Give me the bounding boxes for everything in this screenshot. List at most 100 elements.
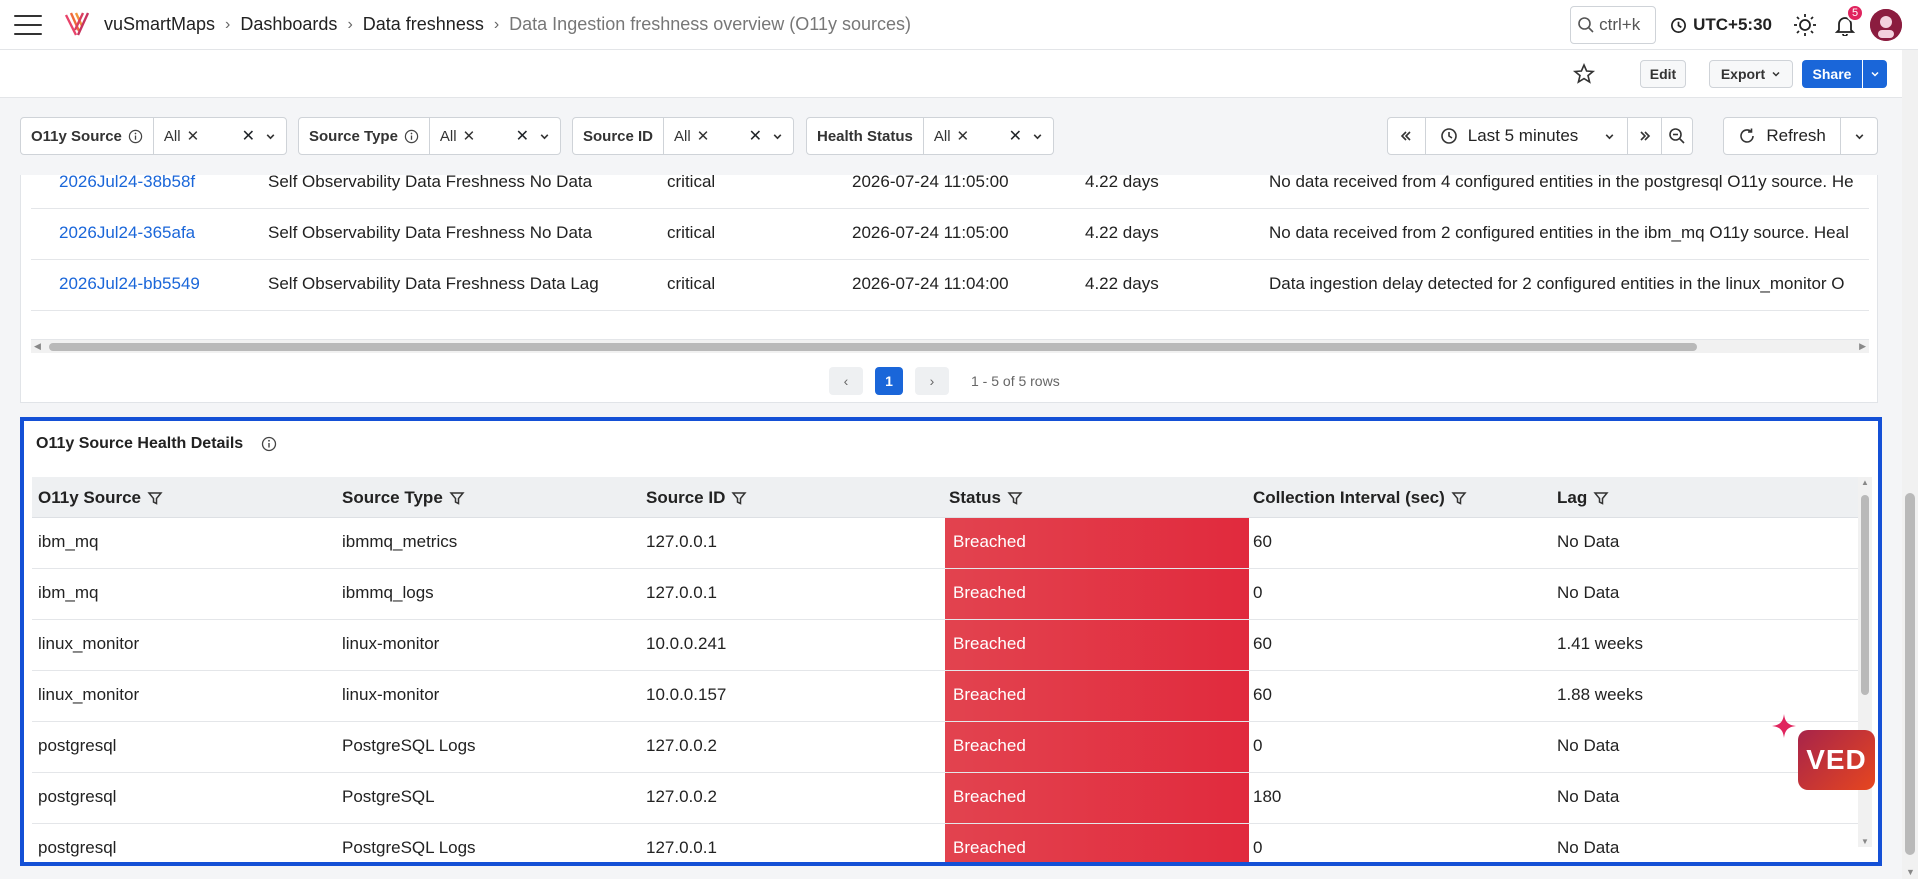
global-search-button[interactable]: ctrl+k (1570, 6, 1657, 44)
breadcrumb-home[interactable]: vuSmartMaps (104, 14, 215, 35)
filter-source-type[interactable]: Source Type All ✕ ✕ (298, 117, 561, 155)
timezone-selector[interactable]: UTC+5:30 (1670, 15, 1772, 35)
page-scrollbar[interactable]: ▼ (1902, 50, 1918, 879)
theme-toggle-button[interactable] (1790, 10, 1820, 40)
chevron-down-icon[interactable] (772, 131, 783, 142)
scroll-down-arrow-icon[interactable]: ▼ (1861, 837, 1869, 846)
filter-icon[interactable] (449, 490, 465, 506)
previous-page-button[interactable]: ‹ (829, 367, 863, 395)
chevron-down-icon[interactable] (265, 131, 276, 142)
remove-chip-icon[interactable]: ✕ (187, 127, 200, 145)
breadcrumb-dashboards[interactable]: Dashboards (240, 14, 337, 35)
table-row[interactable]: ibm_mq ibmmq_metrics 127.0.0.1 Breached 60 No… (32, 518, 1862, 569)
vusmartmaps-logo[interactable] (64, 11, 90, 39)
scroll-down-arrow-icon[interactable]: ▼ (1906, 867, 1915, 877)
filter-label-text: Health Status (817, 127, 913, 145)
table-row[interactable]: postgresql PostgreSQL Logs 127.0.0.1 Breach… (32, 824, 1862, 862)
time-range-picker: Last 5 minutes (1387, 117, 1693, 155)
pagination-summary: 1 - 5 of 5 rows (971, 373, 1060, 389)
clear-filter-icon[interactable]: ✕ (749, 126, 762, 146)
time-range-selector[interactable]: Last 5 minutes (1426, 118, 1629, 154)
breadcrumb-data-freshness[interactable]: Data freshness (363, 14, 484, 35)
table-row[interactable]: postgresql PostgreSQL Logs 127.0.0.2 Breach… (32, 722, 1862, 773)
cell-collection-interval: 60 (1253, 532, 1272, 551)
chevron-down-icon[interactable] (539, 131, 550, 142)
alert-id-link[interactable]: 2026Jul24-38b58f (59, 172, 195, 192)
filter-icon[interactable] (1593, 490, 1609, 506)
clear-filter-icon[interactable]: ✕ (516, 126, 529, 146)
panel-title: O11y Source Health Details (36, 435, 244, 452)
vertical-scrollbar[interactable]: ▲ ▼ (1858, 477, 1872, 847)
column-header-o11y-source[interactable]: O11y Source (38, 488, 163, 508)
share-dropdown-button[interactable] (1863, 60, 1887, 88)
scrollbar-thumb[interactable] (1861, 495, 1869, 695)
time-shift-forward-button[interactable] (1628, 118, 1663, 154)
remove-chip-icon[interactable]: ✕ (957, 127, 970, 145)
filter-label-text: Source Type (309, 127, 398, 145)
info-icon[interactable] (404, 129, 419, 144)
filter-source-id[interactable]: Source ID All ✕ ✕ (572, 117, 794, 155)
info-icon[interactable] (261, 436, 277, 452)
edit-button[interactable]: Edit (1640, 60, 1686, 88)
zoom-out-button[interactable] (1662, 118, 1692, 154)
column-header-status[interactable]: Status (949, 488, 1023, 508)
filter-value[interactable]: All ✕ (430, 127, 516, 146)
scroll-right-arrow-icon[interactable]: ▶ (1859, 341, 1866, 352)
alert-id-link[interactable]: 2026Jul24-bb5549 (59, 274, 200, 294)
scroll-left-arrow-icon[interactable]: ◀ (34, 341, 41, 352)
cell-source-id: 10.0.0.157 (646, 685, 727, 704)
table-row[interactable]: ibm_mq ibmmq_logs 127.0.0.1 Breached 0 No Dat… (32, 569, 1862, 620)
export-button[interactable]: Export (1709, 60, 1793, 88)
menu-icon[interactable] (14, 14, 42, 35)
info-icon[interactable] (128, 129, 143, 144)
chevron-down-icon[interactable] (1032, 131, 1043, 142)
filter-value[interactable]: All ✕ (154, 127, 242, 146)
filter-health-status[interactable]: Health Status All ✕ ✕ (806, 117, 1054, 155)
scroll-up-arrow-icon[interactable]: ▲ (1861, 478, 1869, 487)
table-row[interactable]: postgresql PostgreSQL 127.0.0.2 Breached 180… (32, 773, 1862, 824)
filter-icon[interactable] (147, 490, 163, 506)
auto-refresh-dropdown[interactable] (1841, 118, 1877, 154)
filter-o11y-source[interactable]: O11y Source All ✕ ✕ (20, 117, 287, 155)
table-row[interactable]: 2026Jul24-bb5549 Self Observability Data… (31, 260, 1869, 311)
time-shift-back-button[interactable] (1388, 118, 1426, 154)
column-header-source-id[interactable]: Source ID (646, 488, 747, 508)
column-header-source-type[interactable]: Source Type (342, 488, 465, 508)
table-row[interactable]: 2026Jul24-38b58f Self Observability Data… (31, 158, 1869, 209)
breadcrumb: vuSmartMaps › Dashboards › Data freshnes… (104, 14, 911, 35)
page-button-current[interactable]: 1 (875, 367, 903, 395)
clear-filter-icon[interactable]: ✕ (242, 126, 255, 146)
table-row[interactable]: 2026Jul24-365afa Self Observability Data… (31, 209, 1869, 260)
filter-icon[interactable] (731, 490, 747, 506)
clear-filter-icon[interactable]: ✕ (1009, 126, 1022, 146)
filter-icon[interactable] (1007, 490, 1023, 506)
table-row[interactable]: linux_monitor linux-monitor 10.0.0.241 Brea… (32, 620, 1862, 671)
column-header-lag[interactable]: Lag (1557, 488, 1609, 508)
scrollbar-thumb[interactable] (1905, 493, 1915, 855)
filter-label: O11y Source (21, 118, 154, 154)
column-label: Source Type (342, 488, 443, 507)
remove-chip-icon[interactable]: ✕ (697, 127, 710, 145)
column-label: Status (949, 488, 1001, 507)
favorite-star-icon[interactable] (1572, 62, 1596, 86)
next-page-button[interactable]: › (915, 367, 949, 395)
cell-source-id: 10.0.0.241 (646, 634, 727, 653)
cell-lag: No Data (1557, 532, 1620, 551)
cell-source-id: 127.0.0.2 (646, 736, 717, 755)
filter-value[interactable]: All ✕ (664, 127, 749, 146)
share-button[interactable]: Share (1802, 60, 1862, 88)
notifications-button[interactable]: 5 (1830, 4, 1864, 40)
refresh-button[interactable]: Refresh (1724, 118, 1842, 154)
ved-assistant-button[interactable]: VED (1798, 730, 1875, 790)
alert-id-link[interactable]: 2026Jul24-365afa (59, 223, 195, 243)
filter-icon[interactable] (1451, 490, 1467, 506)
cell-source-type: PostgreSQL (342, 787, 435, 806)
alert-summary: Data ingestion delay detected for 2 conf… (1269, 274, 1845, 293)
column-header-collection-interval[interactable]: Collection Interval (sec) (1253, 488, 1467, 508)
table-row[interactable]: linux_monitor linux-monitor 10.0.0.157 Brea… (32, 671, 1862, 722)
horizontal-scrollbar[interactable]: ◀ ▶ (31, 339, 1869, 353)
remove-chip-icon[interactable]: ✕ (463, 127, 476, 145)
filter-value[interactable]: All ✕ (924, 127, 1009, 146)
user-avatar[interactable] (1870, 9, 1902, 41)
scrollbar-thumb[interactable] (49, 343, 1697, 351)
